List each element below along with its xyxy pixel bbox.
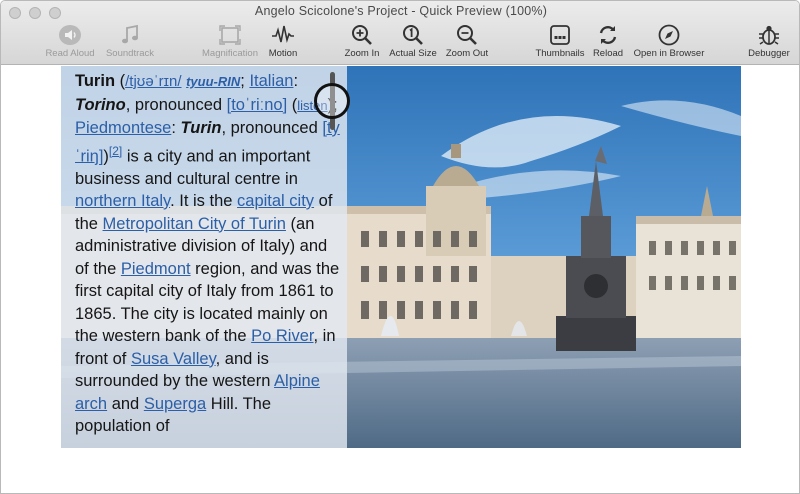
motion-label: Motion bbox=[268, 48, 298, 59]
article-body: Turin (/tjʊəˈrɪn/ tyuu-RIN; Italian: Tor… bbox=[75, 70, 343, 438]
book-page: Turin (/tjʊəˈrɪn/ tyuu-RIN; Italian: Tor… bbox=[61, 66, 741, 448]
compass-icon bbox=[658, 24, 680, 46]
thumbnails-label: Thumbnails bbox=[535, 48, 585, 59]
actual-size-label: Actual Size bbox=[389, 48, 437, 59]
preview-content: Turin (/tjʊəˈrɪn/ tyuu-RIN; Italian: Tor… bbox=[1, 66, 799, 493]
music-note-icon bbox=[122, 24, 138, 44]
zoom-out-label: Zoom Out bbox=[445, 48, 489, 59]
metropolitan-city-link[interactable]: Metropolitan City of Turin bbox=[103, 215, 286, 233]
zoom-in-icon bbox=[352, 25, 372, 45]
read-aloud-button[interactable]: Read Aloud bbox=[43, 21, 97, 63]
soundtrack-label: Soundtrack bbox=[105, 48, 155, 59]
window-title: Angelo Scicolone's Project - Quick Previ… bbox=[254, 4, 548, 18]
debugger-button[interactable]: Debugger bbox=[743, 21, 795, 63]
read-aloud-label: Read Aloud bbox=[45, 48, 95, 59]
magnifier-lens-icon bbox=[314, 83, 350, 119]
thumbnails-icon bbox=[550, 25, 570, 45]
footnote-link[interactable]: [2] bbox=[109, 144, 122, 158]
thumbnails-button[interactable]: Thumbnails bbox=[531, 21, 589, 63]
open-in-browser-button[interactable]: Open in Browser bbox=[627, 21, 711, 63]
magnification-label: Magnification bbox=[202, 48, 258, 59]
actual-size-icon bbox=[403, 25, 423, 45]
article-text: , pronounced bbox=[221, 119, 323, 137]
magnification-frame-icon bbox=[219, 25, 241, 45]
reload-label: Reload bbox=[592, 48, 624, 59]
motion-button[interactable]: Motion bbox=[263, 21, 303, 63]
bug-icon bbox=[759, 25, 779, 45]
article-text: and bbox=[107, 394, 144, 413]
article-text: : bbox=[293, 72, 299, 90]
speaker-icon bbox=[59, 25, 81, 45]
zoom-out-button[interactable]: Zoom Out bbox=[441, 21, 493, 63]
article-text: . It is the bbox=[170, 192, 238, 210]
soundtrack-button[interactable]: Soundtrack bbox=[101, 21, 159, 63]
superga-link[interactable]: Superga bbox=[144, 395, 206, 413]
po-river-link[interactable]: Po River bbox=[251, 327, 313, 345]
ipa-english-link[interactable]: /tjʊəˈrɪn/ bbox=[125, 73, 181, 90]
zoom-in-button[interactable]: Zoom In bbox=[339, 21, 385, 63]
italian-name: Torino bbox=[75, 95, 126, 114]
ipa-italian-link[interactable]: [toˈriːno] bbox=[227, 96, 288, 114]
open-in-browser-label: Open in Browser bbox=[633, 48, 705, 59]
piedmont-link[interactable]: Piedmont bbox=[121, 260, 191, 278]
piedmontese-link[interactable]: Piedmontese bbox=[75, 119, 171, 137]
susa-valley-link[interactable]: Susa Valley bbox=[131, 350, 216, 368]
zoom-out-icon bbox=[457, 25, 477, 45]
capital-city-link[interactable]: capital city bbox=[237, 192, 314, 210]
italian-link[interactable]: Italian bbox=[249, 72, 293, 90]
northern-italy-link[interactable]: northern Italy bbox=[75, 192, 170, 210]
article-text: ( bbox=[287, 95, 298, 114]
title-bar: Angelo Scicolone's Project - Quick Previ… bbox=[1, 1, 799, 65]
reload-button[interactable]: Reload bbox=[589, 21, 627, 63]
debugger-label: Debugger bbox=[748, 48, 790, 59]
article-term: Turin bbox=[75, 72, 116, 90]
article-text: , pronounced bbox=[125, 95, 227, 114]
app-window: Angelo Scicolone's Project - Quick Previ… bbox=[0, 0, 800, 494]
waveform-icon bbox=[272, 25, 294, 44]
article-text-panel: Turin (/tjʊəˈrɪn/ tyuu-RIN; Italian: Tor… bbox=[61, 66, 350, 448]
reload-icon bbox=[599, 26, 617, 44]
article-text: ( bbox=[115, 72, 126, 90]
respelling-link[interactable]: tyuu-RIN bbox=[186, 74, 240, 89]
piedmontese-name: Turin bbox=[180, 119, 222, 137]
magnification-button[interactable]: Magnification bbox=[197, 21, 263, 63]
zoom-in-label: Zoom In bbox=[344, 48, 380, 59]
actual-size-button[interactable]: Actual Size bbox=[385, 21, 441, 63]
